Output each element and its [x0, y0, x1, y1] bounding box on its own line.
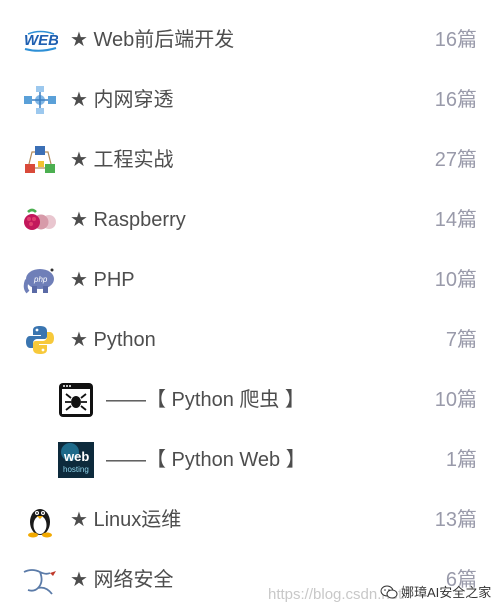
article-count: 10篇: [434, 389, 477, 411]
category-item-intranet[interactable]: ★ 内网穿透 16篇: [0, 70, 497, 130]
category-list: WEB ★ Web前后端开发 16篇 ★ 内网穿透 16篇 ★ 工程实战 27篇…: [0, 10, 497, 610]
svg-text:hosting: hosting: [63, 465, 89, 474]
web-hosting-icon: web hosting: [58, 442, 94, 478]
category-label: ★ Web前后端开发: [70, 29, 235, 51]
tux-penguin-icon: [22, 502, 58, 538]
php-elephant-icon: php: [22, 262, 58, 298]
article-count: 10篇: [434, 269, 477, 291]
category-label: ★ 内网穿透: [70, 89, 174, 111]
blocks-icon: [22, 142, 58, 178]
category-label: ★ Python: [70, 329, 156, 351]
article-count: 7篇: [445, 329, 477, 351]
article-count: 16篇: [434, 89, 477, 111]
svg-text:php: php: [33, 275, 48, 284]
category-item-projects[interactable]: ★ 工程实战 27篇: [0, 130, 497, 190]
category-label: ★ Raspberry: [70, 209, 186, 231]
category-item-security[interactable]: ★ 网络安全 6篇: [0, 550, 497, 610]
category-label: ★ PHP: [70, 269, 135, 291]
article-count: 16篇: [434, 29, 477, 51]
category-label: ★ Linux运维: [70, 509, 182, 531]
raspberry-icon: [22, 202, 58, 238]
category-item-web[interactable]: WEB ★ Web前后端开发 16篇: [0, 10, 497, 70]
python-icon: [22, 322, 58, 358]
category-label: ——【 Python Web 】: [106, 449, 306, 471]
category-item-linux[interactable]: ★ Linux运维 13篇: [0, 490, 497, 550]
category-item-python-web[interactable]: web hosting ——【 Python Web 】 1篇: [0, 430, 497, 490]
watermark-brand-text: 娜璋AI安全之家: [401, 585, 492, 600]
category-item-python-crawler[interactable]: ——【 Python 爬虫 】 10篇: [0, 370, 497, 430]
svg-text:WEB: WEB: [24, 32, 58, 49]
category-label: ★ 工程实战: [70, 149, 174, 171]
network-icon: [22, 82, 58, 118]
article-count: 14篇: [434, 209, 477, 231]
category-label: ——【 Python 爬虫 】: [106, 389, 305, 411]
category-item-python[interactable]: ★ Python 7篇: [0, 310, 497, 370]
web-logo-icon: WEB: [22, 22, 58, 58]
wechat-icon: [380, 585, 398, 598]
category-item-raspberry[interactable]: ★ Raspberry 14篇: [0, 190, 497, 250]
article-count: 13篇: [434, 509, 477, 531]
article-count: 1篇: [445, 449, 477, 471]
category-item-php[interactable]: php ★ PHP 10篇: [0, 250, 497, 310]
category-label: ★ 网络安全: [70, 569, 174, 591]
svg-text:web: web: [63, 449, 89, 464]
spider-icon: [58, 382, 94, 418]
article-count: 27篇: [434, 149, 477, 171]
watermark-brand: 娜璋AI安全之家: [380, 582, 491, 601]
kali-dragon-icon: [22, 562, 58, 598]
